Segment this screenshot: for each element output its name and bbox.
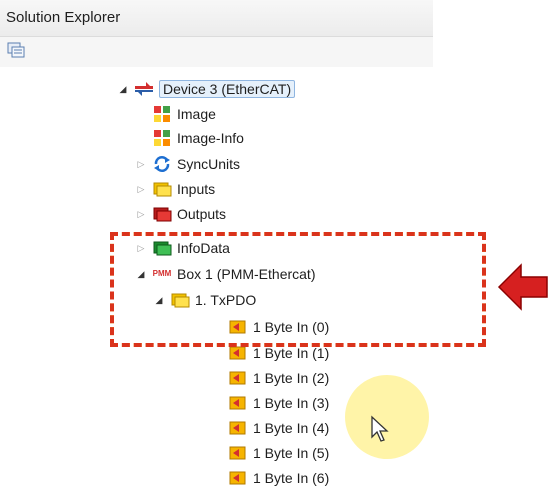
var-label: 1 Byte In (1) xyxy=(253,345,330,361)
toolbar xyxy=(0,37,433,67)
mouse-cursor-icon xyxy=(371,415,389,442)
input-variable-icon xyxy=(229,371,246,385)
syncunits-label: SyncUnits xyxy=(177,156,241,172)
tree-node-image-info[interactable]: Image-Info xyxy=(152,127,244,149)
device-label: Device 3 (EtherCAT) xyxy=(159,80,296,98)
tree-node-var[interactable]: 1 Byte In (6) xyxy=(228,467,329,489)
tree-node-syncunits[interactable]: ▷ SyncUnits xyxy=(134,153,241,175)
tree-node-inputs[interactable]: ▷ Inputs xyxy=(134,178,216,200)
tree-node-var[interactable]: 1 Byte In (3) xyxy=(228,392,329,414)
outputs-label: Outputs xyxy=(177,206,227,222)
red-arrow-icon xyxy=(497,263,548,311)
inputs-label: Inputs xyxy=(177,181,216,197)
collapsed-arrow-icon[interactable]: ▷ xyxy=(134,157,148,171)
image-info-icon xyxy=(154,130,170,146)
tree-node-outputs[interactable]: ▷ Outputs xyxy=(134,203,227,225)
collapsed-arrow-icon[interactable]: ▷ xyxy=(134,207,148,221)
panel-title: Solution Explorer xyxy=(6,9,121,26)
ethercat-device-icon xyxy=(135,82,153,96)
var-label: 1 Byte In (6) xyxy=(253,470,330,486)
tree-node-var[interactable]: 1 Byte In (2) xyxy=(228,367,329,389)
folder-red-icon xyxy=(153,207,172,222)
folder-yellow-icon xyxy=(153,182,172,197)
var-label: 1 Byte In (4) xyxy=(253,420,330,436)
tree-node-var[interactable]: 1 Byte In (5) xyxy=(228,442,329,464)
input-variable-icon xyxy=(229,471,246,485)
input-variable-icon xyxy=(229,446,246,460)
collapsed-arrow-icon[interactable]: ▷ xyxy=(134,182,148,196)
expanded-arrow-icon[interactable]: ◢ xyxy=(116,82,130,96)
var-label: 1 Byte In (5) xyxy=(253,445,330,461)
tree-node-device[interactable]: ◢ Device 3 (EtherCAT) xyxy=(116,78,296,100)
image-info-label: Image-Info xyxy=(177,130,244,146)
solution-explorer-titlebar: Solution Explorer xyxy=(0,0,433,37)
input-variable-icon xyxy=(229,421,246,435)
tree-node-image[interactable]: Image xyxy=(152,103,216,125)
var-label: 1 Byte In (3) xyxy=(253,395,330,411)
image-icon xyxy=(154,106,170,122)
tree-node-var[interactable]: 1 Byte In (4) xyxy=(228,417,329,439)
sync-icon xyxy=(154,156,170,172)
input-variable-icon xyxy=(229,396,246,410)
properties-icon[interactable] xyxy=(7,41,25,59)
var-label: 1 Byte In (2) xyxy=(253,370,330,386)
image-label: Image xyxy=(177,106,216,122)
highlight-box-dashes xyxy=(110,232,486,347)
